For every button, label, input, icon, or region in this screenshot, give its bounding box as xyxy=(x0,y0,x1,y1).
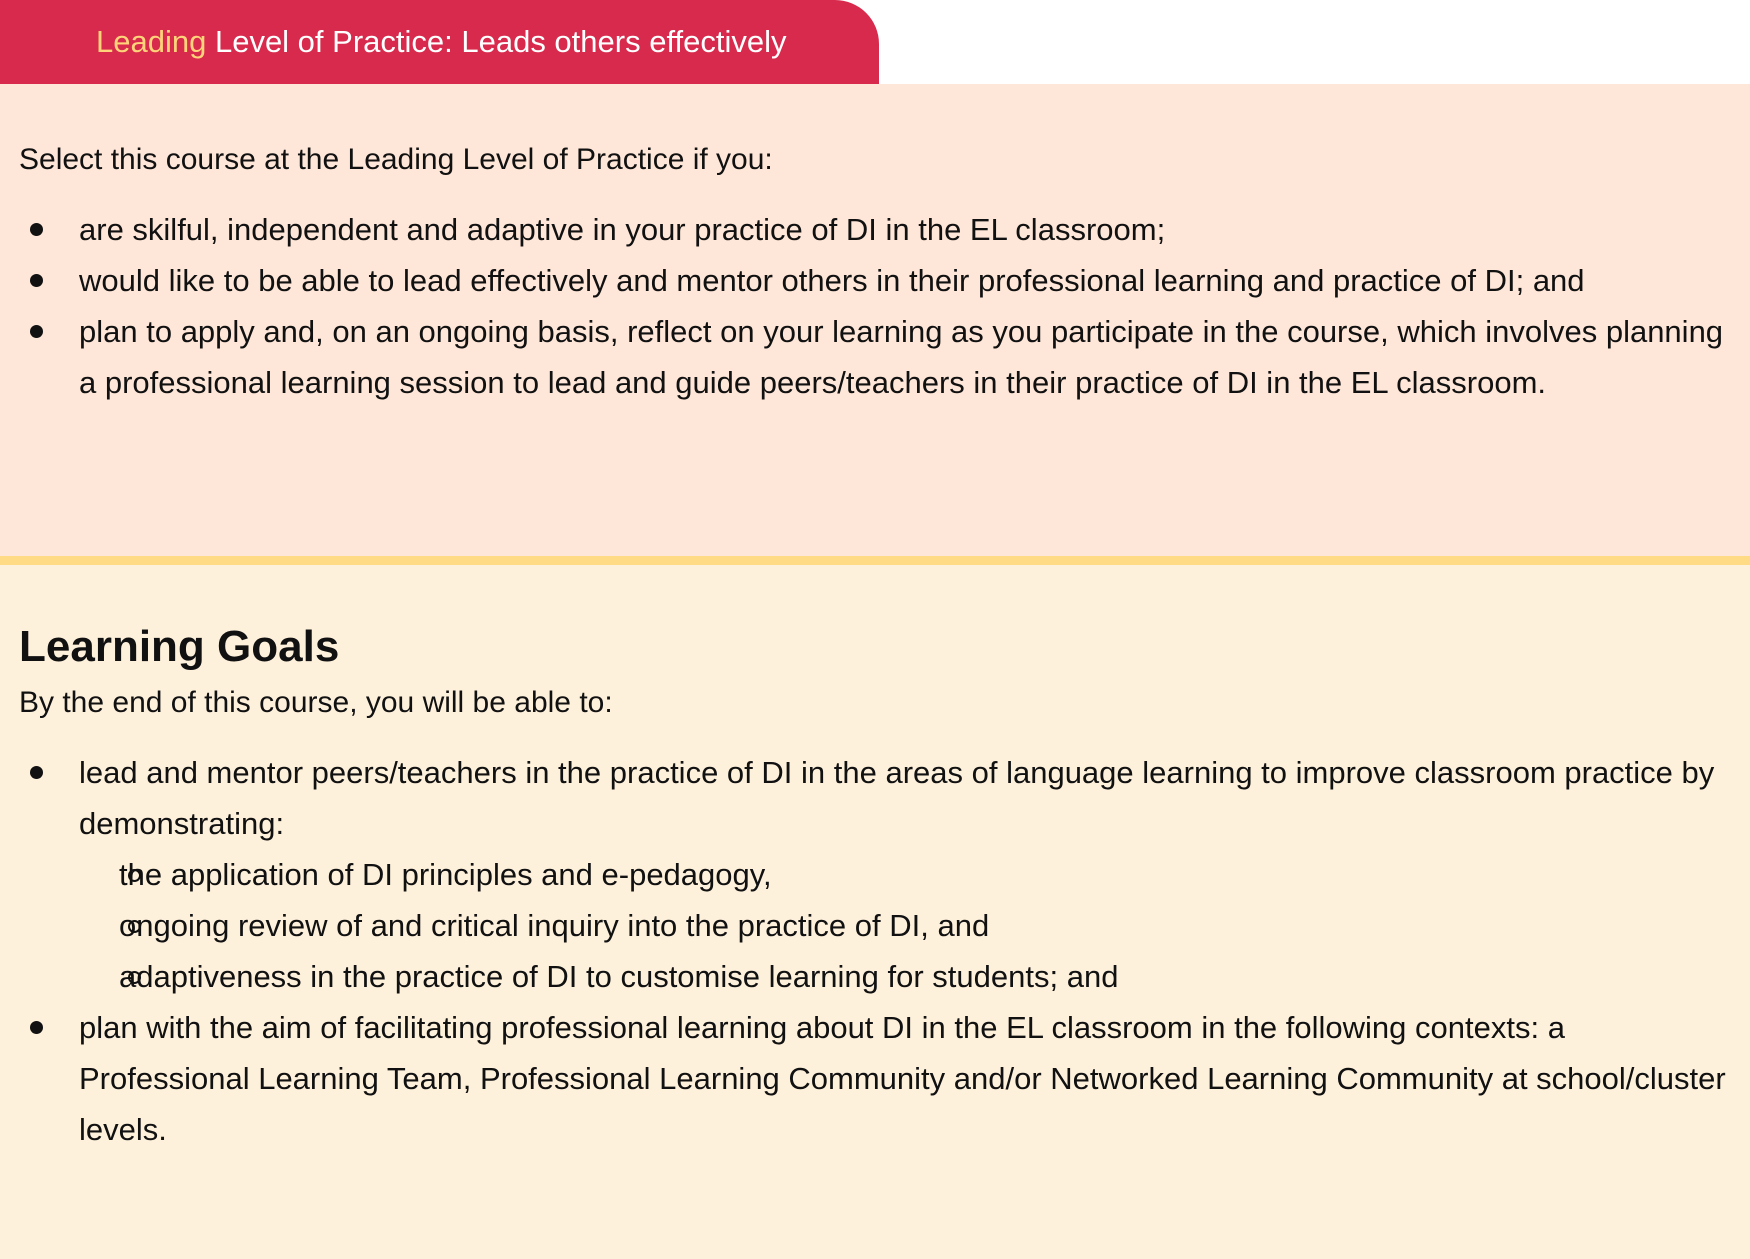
list-item: plan with the aim of facilitating profes… xyxy=(19,1002,1726,1155)
section-divider xyxy=(0,556,1750,565)
list-item: plan to apply and, on an ongoing basis, … xyxy=(19,306,1726,408)
sub-list-item: ongoing review of and critical inquiry i… xyxy=(19,900,1726,951)
practice-panel: Select this course at the Leading Level … xyxy=(0,84,1750,556)
list-item: lead and mentor peers/teachers in the pr… xyxy=(19,747,1726,1002)
sub-list: the application of DI principles and e-p… xyxy=(79,849,1726,1002)
practice-list: are skilful, independent and adaptive in… xyxy=(19,204,1726,408)
level-name: Leading xyxy=(96,24,207,59)
level-tab: Leading Level of Practice: Leads others … xyxy=(0,0,879,84)
list-item: are skilful, independent and adaptive in… xyxy=(19,204,1726,255)
learning-goals-list: lead and mentor peers/teachers in the pr… xyxy=(19,747,1726,1155)
level-tab-title: Leading Level of Practice: Leads others … xyxy=(96,24,786,60)
list-item-text: lead and mentor peers/teachers in the pr… xyxy=(79,755,1715,841)
practice-intro: Select this course at the Leading Level … xyxy=(19,143,773,176)
learning-goals-heading: Learning Goals xyxy=(19,622,340,671)
sub-list-item: the application of DI principles and e-p… xyxy=(19,849,1726,900)
sub-list-item: adaptiveness in the practice of DI to cu… xyxy=(19,951,1726,1002)
learning-goals-panel: Learning Goals By the end of this course… xyxy=(0,565,1750,1259)
level-description: Level of Practice: Leads others effectiv… xyxy=(206,24,787,59)
learning-goals-intro: By the end of this course, you will be a… xyxy=(19,686,613,719)
list-item: would like to be able to lead effectivel… xyxy=(19,255,1726,306)
